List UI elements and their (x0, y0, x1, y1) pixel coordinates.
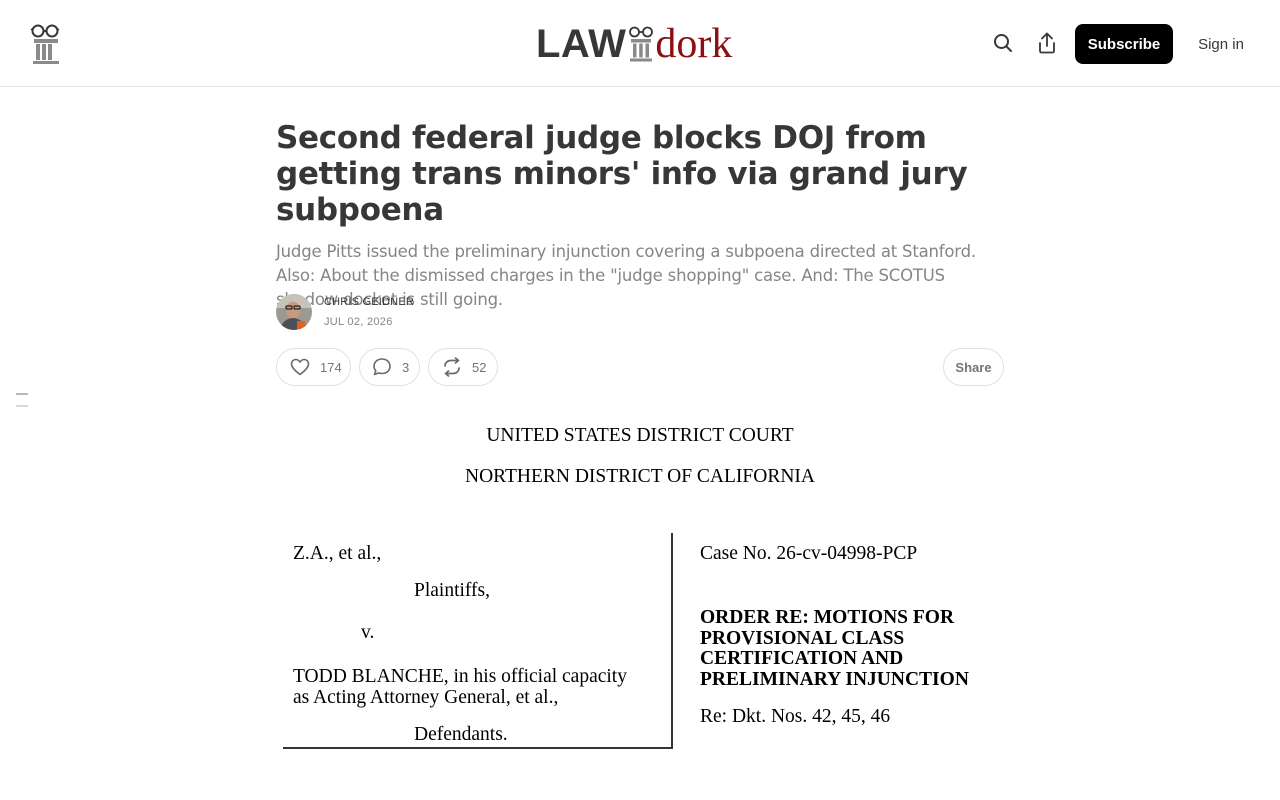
plaintiff-name: Z.A., et al., (293, 543, 382, 564)
like-button[interactable]: 174 (276, 348, 351, 386)
defendant-line-2: as Acting Attorney General, et al., (293, 687, 559, 708)
article-header: Second federal judge blocks DOJ from get… (276, 120, 1004, 386)
site-logo-icon[interactable] (30, 24, 62, 64)
defendant-line-1: TODD BLANCHE, in his official capacity (293, 666, 627, 687)
order-title-line-2: PROVISIONAL CLASS (700, 627, 905, 649)
share-upload-icon (1039, 32, 1055, 54)
toc-line (16, 405, 28, 407)
heart-icon (290, 358, 310, 376)
share-top-button[interactable] (1034, 30, 1060, 56)
post-title: Second federal judge blocks DOJ from get… (276, 120, 968, 228)
search-icon (994, 34, 1012, 52)
case-number: Case No. 26-cv-04998-PCP (700, 543, 918, 564)
like-count: 174 (320, 359, 342, 375)
byline: CHRIS GEIDNER JUL 02, 2026 (276, 294, 576, 330)
masthead-dork-text: dork (655, 21, 733, 67)
search-button[interactable] (990, 30, 1016, 56)
versus-label: v. (361, 622, 375, 643)
restack-count: 52 (472, 359, 487, 375)
post-date: JUL 02, 2026 (324, 316, 393, 328)
plaintiffs-label: Plaintiffs, (414, 580, 491, 601)
restack-button[interactable]: 52 (428, 348, 498, 386)
order-title-line-3: CERTIFICATION AND (700, 648, 904, 669)
court-district: NORTHERN DISTRICT OF CALIFORNIA (464, 466, 816, 487)
subscribe-button[interactable]: Subscribe (1075, 24, 1173, 64)
order-title-line-4: PRELIMINARY INJUNCTION (700, 668, 969, 690)
author-name[interactable]: CHRIS GEIDNER (324, 296, 414, 308)
table-of-contents-icon[interactable] (16, 393, 28, 409)
comment-count: 3 (402, 359, 410, 375)
top-nav-bar: LAW dork Subscribe Sign in (0, 0, 1280, 87)
court-document-image[interactable]: UNITED STATES DISTRICT COURT NORTHERN DI… (276, 415, 1004, 775)
caption-divider-horizontal (283, 747, 673, 749)
masthead-law-text: LAW (536, 22, 627, 66)
post-actions-bar: 174 3 52 Share (276, 348, 1004, 388)
restack-icon (444, 357, 460, 377)
share-button[interactable]: Share (943, 348, 1004, 386)
site-masthead[interactable]: LAW dork (536, 21, 756, 67)
docket-numbers: Re: Dkt. Nos. 42, 45, 46 (700, 706, 891, 727)
sign-in-link[interactable]: Sign in (1190, 24, 1252, 64)
order-title-line-1: ORDER RE: MOTIONS FOR (700, 607, 955, 628)
toc-line (16, 393, 28, 395)
author-avatar[interactable] (276, 294, 312, 330)
court-name: UNITED STATES DISTRICT COURT (486, 425, 794, 446)
masthead-column-icon (629, 26, 654, 62)
caption-divider-vertical (671, 533, 673, 749)
comment-icon (373, 358, 391, 376)
comment-button[interactable]: 3 (359, 348, 420, 386)
defendants-label: Defendants. (414, 724, 508, 745)
